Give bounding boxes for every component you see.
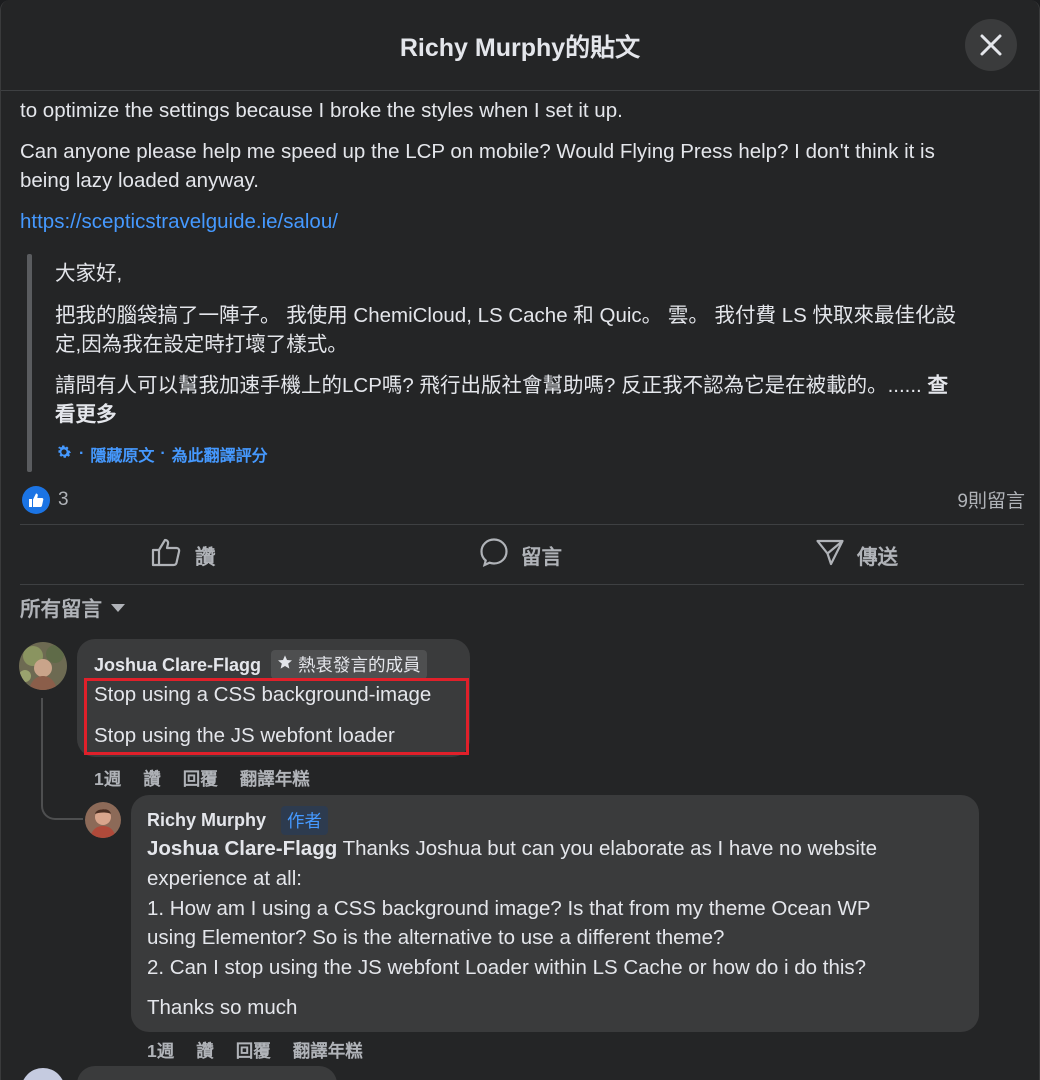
post-content: I'm going crazy ... I'm using ChemiCloud… <box>1 0 1039 1080</box>
thumbs-up-icon <box>151 537 183 573</box>
star-icon <box>277 654 293 675</box>
comment-translate-link[interactable]: 翻譯年糕 <box>240 766 310 791</box>
comment-sort-dropdown[interactable]: 所有留言 <box>20 592 126 622</box>
member-badge[interactable]: 熱衷發言的成員 <box>271 650 427 679</box>
comment-count[interactable]: 9則留言 <box>957 486 1025 513</box>
caret-down-icon <box>110 595 126 619</box>
see-more-link[interactable]: 看更多 <box>55 400 117 430</box>
comment-author[interactable]: Richy Murphy <box>147 810 266 831</box>
separator-dot: · <box>160 445 166 462</box>
divider <box>20 584 1024 585</box>
post-modal: I'm going crazy ... I'm using ChemiCloud… <box>0 0 1040 1080</box>
post-link[interactable]: https://scepticstravelguide.ie/salou/ <box>20 210 338 233</box>
comment-text-line: 2. Can I stop using the JS webfont Loade… <box>147 956 867 979</box>
comment-label: 留言 <box>521 546 562 569</box>
divider <box>20 524 1024 525</box>
close-icon <box>980 34 1002 56</box>
comment-reply-link[interactable]: 回覆 <box>183 766 218 791</box>
comment-text: Thanks Joshua but can you elaborate as I… <box>337 837 878 860</box>
translation-line: 請問有人可以幫我加速手機上的LCP嗎? 飛行出版社會幫助嗎? 反正我不認為它是在… <box>55 374 922 397</box>
comment-text-line: experience at all: <box>147 867 302 890</box>
comment-time[interactable]: 1週 <box>147 1038 174 1063</box>
comment-meta: 1週 讚 回覆 翻譯年糕 <box>147 1038 363 1063</box>
send-icon <box>815 537 845 573</box>
post-text-line: Can anyone please help me speed up the L… <box>20 140 935 163</box>
comment-like-link[interactable]: 讚 <box>196 1038 214 1063</box>
like-label: 讚 <box>195 546 216 569</box>
comment-meta: 1週 讚 回覆 翻譯年糕 <box>94 766 310 791</box>
gear-icon[interactable] <box>55 443 73 466</box>
like-button[interactable]: 讚 <box>151 526 216 584</box>
mention-link[interactable]: Joshua Clare-Flagg <box>147 837 337 860</box>
close-button[interactable] <box>965 19 1017 71</box>
send-button[interactable]: 傳送 <box>815 526 898 584</box>
comment-reply-link[interactable]: 回覆 <box>236 1038 271 1063</box>
sort-label: 所有留言 <box>20 598 102 621</box>
comment-author[interactable]: Joshua Clare-Flagg <box>94 655 261 676</box>
modal-header: Richy Murphy的貼文 <box>1 0 1039 91</box>
annotation-highlight-box <box>84 678 469 755</box>
reactions-row: 3 9則留言 <box>20 484 1025 516</box>
badge-label: 熱衷發言的成員 <box>298 655 421 675</box>
post-actions: 讚 留言 傳送 <box>20 526 1024 584</box>
translation-options: · 隱藏原文 · 為此翻譯評分 <box>55 442 268 466</box>
author-badge: 作者 <box>281 806 328 835</box>
see-more-link[interactable]: 查 <box>927 374 948 397</box>
post-text-line: being lazy loaded anyway. <box>20 169 259 192</box>
hide-original-link[interactable]: 隱藏原文 <box>90 442 154 466</box>
like-count[interactable]: 3 <box>58 489 69 511</box>
rate-translation-link[interactable]: 為此翻譯評分 <box>172 442 268 466</box>
comment-bubble-icon <box>479 537 509 573</box>
comment-text-line: Thanks so much <box>147 996 298 1019</box>
like-reaction-icon[interactable] <box>22 486 50 514</box>
send-label: 傳送 <box>857 546 898 569</box>
translation-line: 把我的腦袋搞了一陣子。 我使用 ChemiCloud, LS Cache 和 Q… <box>55 304 957 327</box>
avatar[interactable] <box>19 642 67 690</box>
comment-text-line: Joshua Clare-Flagg Thanks Joshua but can… <box>147 834 877 864</box>
comment-text-line: using Elementor? So is the alternative t… <box>147 926 725 949</box>
comment-time[interactable]: 1週 <box>94 766 121 791</box>
translation-greeting: 大家好, <box>55 262 123 285</box>
comment-like-link[interactable]: 讚 <box>143 766 161 791</box>
page-title: Richy Murphy的貼文 <box>399 34 641 62</box>
comment-text-line: 1. How am I using a CSS background image… <box>147 897 871 920</box>
translation-quote-bar <box>27 254 32 472</box>
thread-line <box>41 698 83 820</box>
avatar[interactable] <box>21 1068 65 1080</box>
post-text-line: to optimize the settings because I broke… <box>20 99 623 122</box>
translation-line: 定,因為我在設定時打壞了樣式。 <box>55 333 348 356</box>
separator-dot: · <box>79 445 85 462</box>
comment-translate-link[interactable]: 翻譯年糕 <box>293 1038 363 1063</box>
comment-button[interactable]: 留言 <box>479 526 562 584</box>
avatar[interactable] <box>85 802 121 838</box>
comment-bubble <box>77 1066 337 1080</box>
